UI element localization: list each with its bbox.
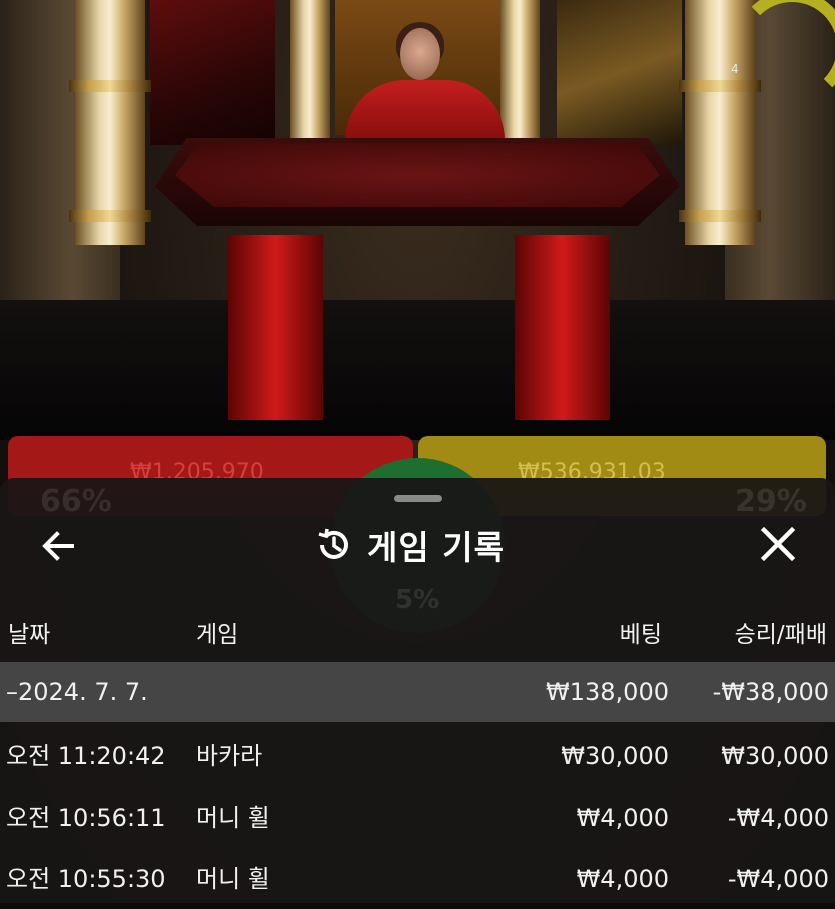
dragon-percent: 66% (40, 484, 112, 519)
gold-pillar (500, 0, 540, 140)
dragon-banner (150, 0, 275, 145)
table-leg (228, 235, 323, 420)
group-result-total: -₩38,000 (712, 678, 829, 706)
close-icon (760, 526, 796, 562)
table-felt (175, 143, 660, 207)
table-row[interactable]: 오전 10:56:11 머니 휠 ₩4,000 -₩4,000 (0, 788, 835, 848)
tie-percent: 5% (395, 585, 440, 615)
row-game: 머니 휠 (196, 865, 270, 893)
column-header-result[interactable]: 승리/패배 (735, 615, 827, 649)
column-header-date[interactable]: 날짜 (8, 615, 50, 649)
back-button[interactable] (38, 526, 78, 566)
row-bet: ₩4,000 (576, 804, 669, 832)
column-header-game[interactable]: 게임 (196, 615, 238, 649)
row-game: 바카라 (196, 742, 263, 770)
gold-pillar (290, 0, 330, 140)
tiger-banner (557, 0, 682, 145)
table-row[interactable]: 오전 11:20:42 바카라 ₩30,000 ₩30,000 (0, 726, 835, 786)
group-date: –2024. 7. 7. (6, 678, 148, 706)
tiger-percent: 29% (735, 484, 807, 519)
history-icon (318, 528, 348, 559)
sheet-title: 게임 기록 (315, 520, 505, 570)
row-result: ₩30,000 (721, 742, 829, 770)
table-row[interactable]: 오전 10:55:30 머니 휠 ₩4,000 -₩4,000 (0, 849, 835, 909)
row-result: -₩4,000 (727, 865, 829, 893)
row-game: 머니 휠 (196, 804, 270, 832)
page-title: 게임 기록 (367, 528, 505, 567)
row-time: 오전 10:56:11 (6, 804, 166, 832)
date-group-row[interactable]: –2024. 7. 7. ₩138,000 -₩38,000 (0, 662, 835, 722)
row-result: -₩4,000 (727, 804, 829, 832)
dealer-face (400, 28, 440, 80)
column-header-bet[interactable]: 베팅 (620, 615, 662, 649)
close-button[interactable] (758, 524, 798, 564)
sheet-drag-handle[interactable] (394, 495, 442, 502)
row-bet: ₩30,000 (561, 742, 669, 770)
floor (0, 300, 835, 440)
row-time: 오전 11:20:42 (6, 742, 166, 770)
countdown-timer-value: 4 (731, 62, 739, 76)
back-arrow-icon (42, 531, 74, 561)
row-time: 오전 10:55:30 (6, 865, 166, 893)
gold-pillar (69, 0, 151, 245)
table-leg (515, 235, 610, 420)
group-bet-total: ₩138,000 (546, 678, 669, 706)
row-bet: ₩4,000 (576, 865, 669, 893)
